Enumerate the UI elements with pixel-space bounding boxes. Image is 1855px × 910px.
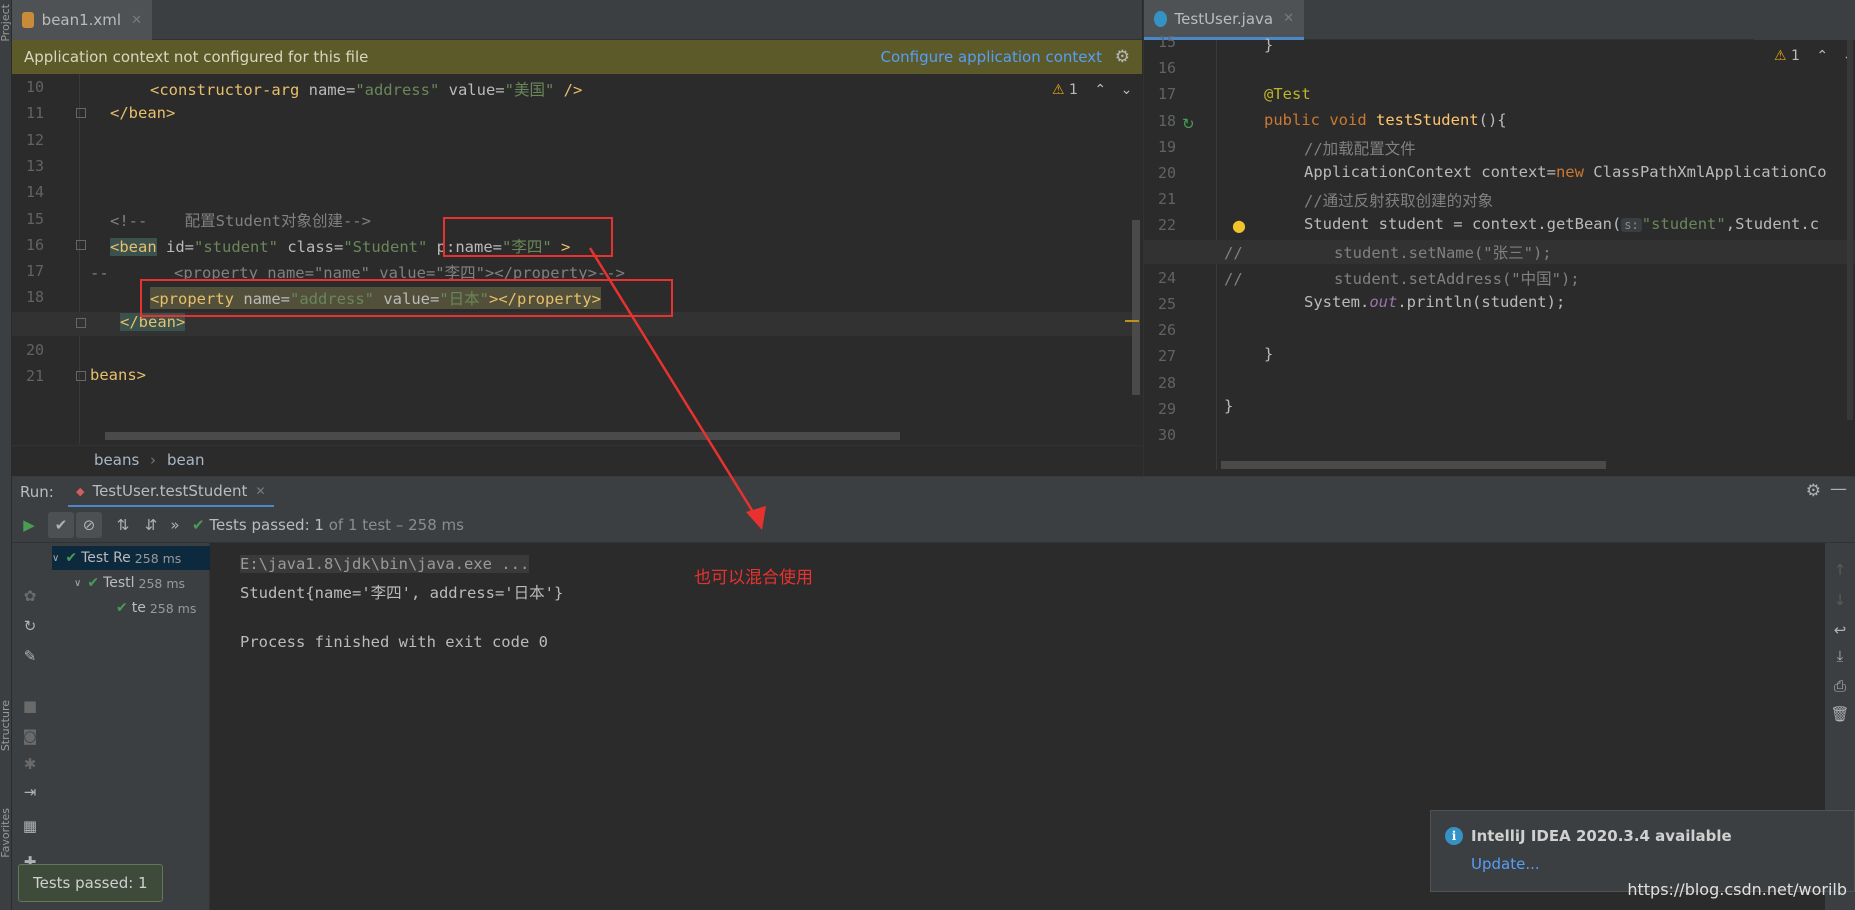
notification-title: IntelliJ IDEA 2020.3.4 available	[1471, 827, 1732, 845]
tests-passed-balloon[interactable]: Tests passed: 1	[18, 864, 163, 902]
annotation-arrow	[588, 247, 766, 530]
annotation-note: 也可以混合使用	[694, 568, 813, 588]
watermark: https://blog.csdn.net/worilb	[1627, 880, 1847, 899]
info-icon: i	[1445, 827, 1463, 845]
update-link[interactable]: Update...	[1471, 855, 1540, 873]
